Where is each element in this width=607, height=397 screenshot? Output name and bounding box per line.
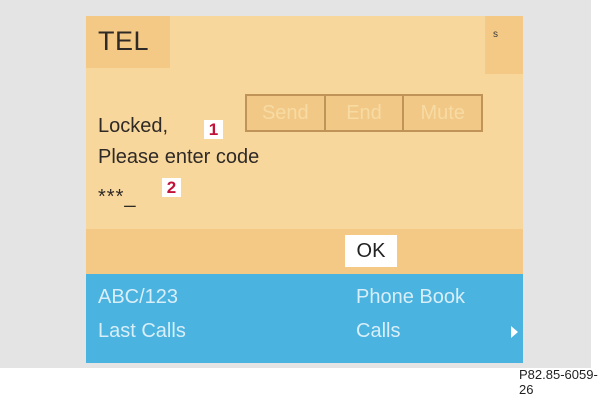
figure-frame: TEL s Send End Mute Locked, Please enter… [0, 0, 591, 368]
screen-title: TEL [98, 26, 150, 56]
signal-icon: s [493, 29, 498, 40]
mute-button[interactable]: Mute [404, 96, 481, 130]
callout-badge-1: 1 [204, 120, 223, 139]
signal-indicator: s [485, 16, 523, 74]
end-button[interactable]: End [326, 96, 405, 130]
menu-item-last-calls[interactable]: Last Calls [98, 320, 186, 343]
callout-badge-2: 2 [162, 178, 181, 197]
ok-bar: OK [86, 229, 523, 274]
menu-item-abc123[interactable]: ABC/123 [98, 286, 178, 309]
softkey-bar: Send End Mute [245, 94, 483, 132]
phone-screen: TEL s Send End Mute Locked, Please enter… [86, 16, 523, 363]
menu-item-calls[interactable]: Calls [356, 320, 400, 343]
code-entry-field[interactable]: ***_ [98, 186, 136, 209]
title-bar: TEL s [86, 16, 523, 74]
menu-item-phone-book[interactable]: Phone Book [356, 286, 465, 309]
enter-code-prompt: Please enter code [98, 146, 260, 168]
ok-button[interactable]: OK [345, 235, 397, 267]
arrow-right-icon [511, 326, 518, 338]
send-button[interactable]: Send [247, 96, 326, 130]
menu-bar: ABC/123 Phone Book Last Calls Calls [86, 274, 523, 363]
figure-reference: P82.85-6059-26 [519, 367, 598, 397]
locked-message: Locked, [98, 115, 169, 137]
title-tab: TEL [86, 16, 170, 68]
